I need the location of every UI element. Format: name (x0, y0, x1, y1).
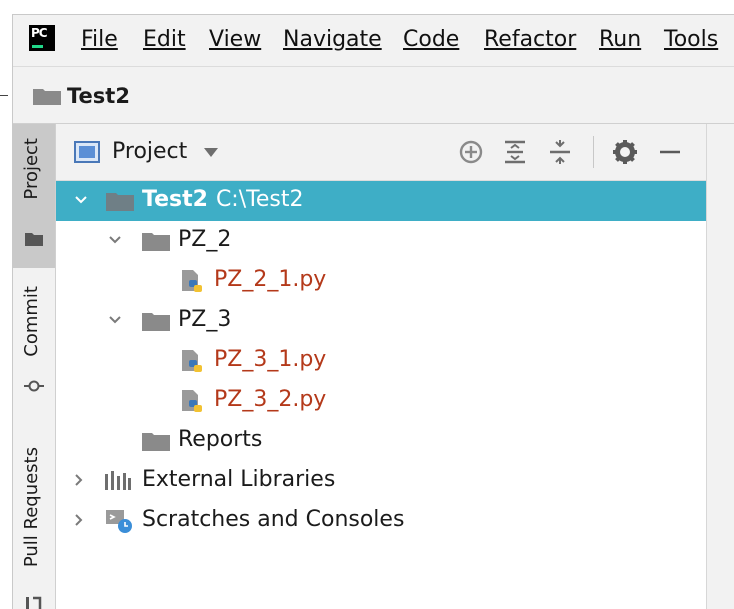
tree-row-file[interactable]: PZ_3_1.py (56, 341, 706, 381)
pycharm-logo-icon: PC (29, 25, 55, 51)
tree-row-external-libraries[interactable]: External Libraries (56, 461, 706, 501)
libraries-icon (105, 471, 131, 490)
folder-icon (33, 89, 61, 105)
right-edge-panel (706, 124, 734, 609)
tree-label: External Libraries (142, 467, 336, 492)
locate-file-icon[interactable] (457, 138, 485, 166)
tree-row-folder[interactable]: PZ_2 (56, 221, 706, 261)
tree-label: Reports (178, 427, 263, 452)
chevron-down-icon[interactable] (108, 313, 122, 327)
folder-icon (142, 233, 170, 251)
tree-label: PZ_3_1.py (214, 347, 327, 372)
python-file-icon (182, 350, 202, 372)
collapse-all-icon[interactable] (546, 138, 574, 166)
tree-row-root[interactable]: Test2 C:\Test2 (56, 181, 706, 221)
toolbar-separator (593, 136, 594, 168)
python-file-icon (182, 270, 202, 292)
chevron-right-icon[interactable] (72, 473, 86, 487)
tree-label: PZ_2 (178, 227, 232, 252)
left-edge-mark (0, 95, 8, 96)
menu-refactor[interactable]: Refactor (484, 27, 576, 52)
menu-navigate[interactable]: Navigate (283, 27, 382, 52)
project-panel: Project Test2 C:\Test2 PZ_2 PZ_2_1.py PZ… (56, 124, 706, 609)
folder-icon (106, 193, 134, 211)
tree-label: PZ_3_2.py (214, 387, 327, 412)
navigation-bar: Test2 (13, 66, 734, 124)
folder-icon (142, 433, 170, 451)
tree-label: Test2 (142, 187, 208, 212)
minimize-icon[interactable] (656, 138, 684, 166)
ide-window: PC File Edit View Navigate Code Refactor… (12, 14, 734, 609)
gear-icon[interactable] (611, 138, 639, 166)
expand-all-icon[interactable] (501, 138, 529, 166)
tree-row-folder[interactable]: Reports (56, 421, 706, 461)
chevron-down-icon[interactable] (204, 148, 218, 157)
chevron-down-icon[interactable] (108, 233, 122, 247)
menu-view[interactable]: View (209, 27, 261, 52)
menu-tools[interactable]: Tools (664, 27, 718, 52)
project-view-selector[interactable]: Project (112, 139, 187, 164)
tree-row-file[interactable]: PZ_3_2.py (56, 381, 706, 421)
tree-label: PZ_2_1.py (214, 267, 327, 292)
chevron-down-icon[interactable] (74, 193, 88, 207)
project-panel-header: Project (56, 124, 706, 181)
tab-pull-requests[interactable]: Pull Requests (13, 429, 55, 609)
chevron-right-icon[interactable] (72, 513, 86, 527)
python-file-icon (182, 390, 202, 412)
breadcrumb-project[interactable]: Test2 (67, 84, 130, 108)
tab-project[interactable]: Project (13, 124, 55, 268)
folder-icon (25, 233, 43, 246)
tab-commit[interactable]: Commit (13, 276, 55, 416)
tool-window-strip: Project Commit Pull Requests (13, 124, 56, 609)
tree-label: PZ_3 (178, 307, 232, 332)
menu-bar: PC File Edit View Navigate Code Refactor… (13, 15, 734, 65)
menu-run[interactable]: Run (599, 27, 641, 52)
menu-code[interactable]: Code (403, 27, 459, 52)
folder-icon (142, 313, 170, 331)
commit-icon (24, 380, 44, 392)
scratches-icon (106, 510, 132, 533)
project-view-icon (74, 141, 100, 163)
tree-row-folder[interactable]: PZ_3 (56, 301, 706, 341)
tree-row-file[interactable]: PZ_2_1.py (56, 261, 706, 301)
tree-row-scratches[interactable]: Scratches and Consoles (56, 501, 706, 541)
tree-label: Scratches and Consoles (142, 507, 405, 532)
menu-file[interactable]: File (81, 27, 118, 52)
pull-request-icon (26, 596, 42, 609)
menu-edit[interactable]: Edit (143, 27, 186, 52)
tree-path: C:\Test2 (215, 187, 304, 212)
